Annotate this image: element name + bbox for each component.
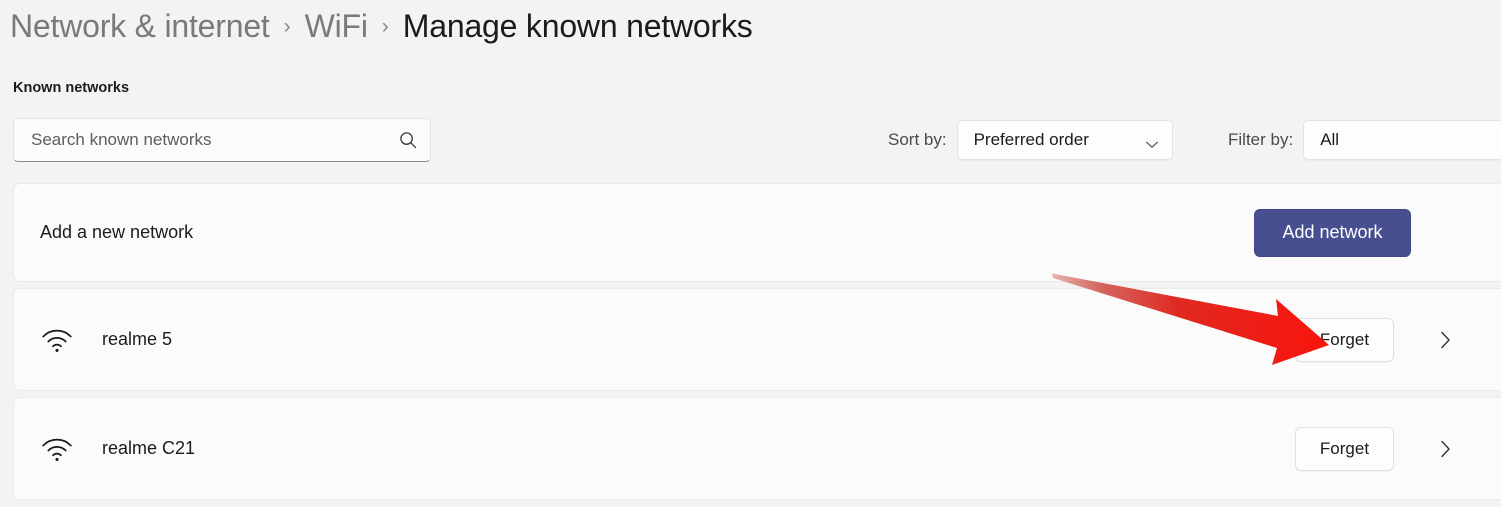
known-networks-list: Add a new network Add network realme 5 F… xyxy=(13,183,1501,506)
breadcrumb-separator-icon: › xyxy=(381,15,389,38)
network-row-realme-c21[interactable]: realme C21 Forget xyxy=(13,397,1501,500)
page-title: Manage known networks xyxy=(402,7,753,44)
breadcrumb-item-wifi[interactable]: WiFi xyxy=(305,8,368,45)
known-networks-label: Known networks xyxy=(13,80,130,96)
chevron-down-icon xyxy=(1145,136,1159,148)
forget-button[interactable]: Forget xyxy=(1295,317,1394,362)
add-new-network-row[interactable]: Add a new network Add network xyxy=(13,183,1501,282)
filter-by-label: Filter by: xyxy=(1228,130,1294,149)
wifi-icon xyxy=(40,435,74,463)
add-new-network-label: Add a new network xyxy=(40,222,194,242)
chevron-right-icon[interactable] xyxy=(1439,438,1452,460)
controls-row: Sort by: Preferred order Filter by: All xyxy=(0,118,1501,164)
network-name: realme C21 xyxy=(102,438,196,458)
forget-button[interactable]: Forget xyxy=(1295,426,1394,471)
sort-by-group: Sort by: Preferred order xyxy=(888,118,1173,162)
network-name: realme 5 xyxy=(102,329,173,349)
breadcrumb-separator-icon: › xyxy=(283,15,291,38)
sort-by-dropdown[interactable]: Preferred order xyxy=(956,120,1173,160)
breadcrumb: Network & internet › WiFi › Manage known… xyxy=(10,0,753,52)
filter-by-value: All xyxy=(1320,130,1340,149)
filter-by-group: Filter by: All xyxy=(1228,118,1501,162)
sort-by-value: Preferred order xyxy=(973,130,1089,149)
search-known-networks-box[interactable] xyxy=(13,118,431,162)
wifi-icon xyxy=(40,326,74,354)
search-input[interactable] xyxy=(31,130,398,150)
add-network-button[interactable]: Add network xyxy=(1254,208,1411,257)
filter-by-dropdown[interactable]: All xyxy=(1303,120,1501,160)
chevron-right-icon[interactable] xyxy=(1439,329,1452,351)
sort-by-label: Sort by: xyxy=(888,130,947,149)
search-icon[interactable] xyxy=(398,130,418,150)
breadcrumb-item-network-internet[interactable]: Network & internet xyxy=(10,8,270,45)
network-row-realme-5[interactable]: realme 5 Forget xyxy=(13,288,1501,391)
